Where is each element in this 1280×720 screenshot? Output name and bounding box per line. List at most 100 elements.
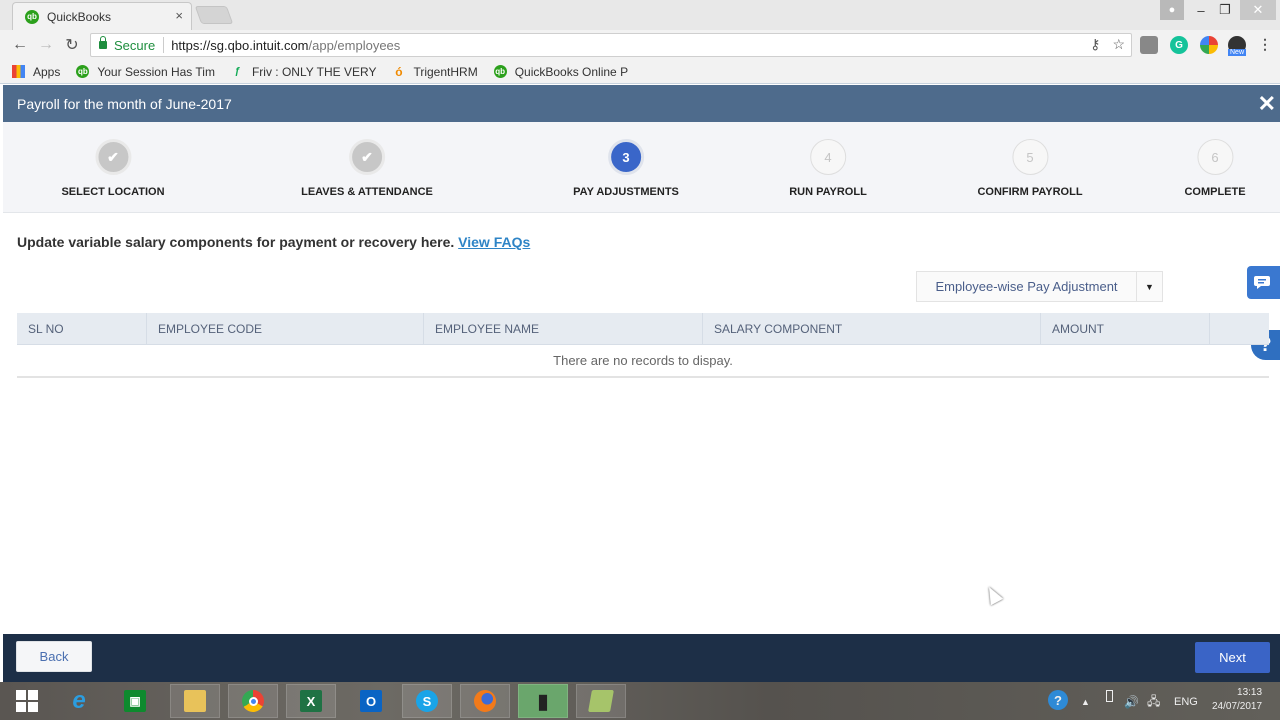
column-header-employee-code[interactable]: EMPLOYEE CODE: [147, 313, 424, 344]
bookmark-session[interactable]: qb Your Session Has Tim: [76, 65, 215, 79]
column-header-amount[interactable]: AMOUNT: [1041, 313, 1210, 344]
color-extension-icon[interactable]: [1200, 36, 1218, 54]
browser-tab-quickbooks[interactable]: qb QuickBooks ×: [12, 2, 192, 30]
bookmark-label: TrigentHRM: [413, 64, 478, 79]
browser-toolbar: ← → ↻ Secure https://sg.qbo.intuit.com/a…: [0, 30, 1280, 60]
bookmark-quickbooks-online[interactable]: qb QuickBooks Online P: [493, 65, 628, 79]
view-faqs-link[interactable]: View FAQs: [458, 234, 530, 250]
quickbooks-favicon-icon: qb: [25, 9, 39, 24]
firefox-icon: [474, 690, 496, 712]
url-host: https://sg.qbo.intuit.com: [171, 37, 309, 53]
step-label: SELECT LOCATION: [61, 186, 165, 198]
payroll-stepper: ✔ SELECT LOCATION ✔ LEAVES & ATTENDANCE …: [3, 122, 1280, 213]
url-path: /app/employees: [308, 37, 401, 53]
bookmark-label: Your Session Has Tim: [97, 64, 215, 79]
chevron-down-icon[interactable]: ▼: [1137, 282, 1162, 292]
camera-icon: ▮: [537, 690, 549, 713]
step-label: CONFIRM PAYROLL: [977, 186, 1083, 198]
tray-help-icon[interactable]: ?: [1048, 690, 1068, 710]
friv-icon: ƒ: [234, 66, 241, 77]
skype-icon: S: [416, 690, 438, 712]
taskbar-chrome[interactable]: [228, 684, 278, 718]
new-tab-button[interactable]: [194, 6, 234, 24]
taskbar-internet-explorer[interactable]: e: [58, 684, 100, 718]
bookmark-star-icon[interactable]: ☆: [1112, 36, 1125, 53]
internet-explorer-icon: e: [72, 687, 86, 714]
taskbar-file-explorer[interactable]: [170, 684, 220, 718]
taskbar-notes-app[interactable]: [576, 684, 626, 718]
bookmark-label: Friv : ONLY THE VERY: [251, 64, 377, 79]
windows-logo-icon: [16, 690, 38, 712]
chrome-icon: [242, 690, 264, 712]
browser-tabstrip: qb QuickBooks × ● – ❐ ✕: [0, 0, 1280, 30]
step-run-payroll[interactable]: 4 RUN PAYROLL: [789, 139, 867, 198]
language-indicator[interactable]: ENG: [1174, 690, 1198, 714]
bookmark-trigenthrm[interactable]: ó TrigentHRM: [392, 65, 477, 79]
divider: [163, 37, 165, 53]
step-select-location[interactable]: ✔ SELECT LOCATION: [61, 139, 165, 198]
start-button[interactable]: [6, 684, 48, 718]
taskbar-outlook[interactable]: O: [346, 684, 396, 718]
volume-icon[interactable]: 🔊: [1124, 690, 1139, 714]
clock[interactable]: 13:13 24/07/2017: [1212, 686, 1262, 714]
close-icon[interactable]: ✕: [1258, 91, 1276, 117]
taskbar-firefox[interactable]: [460, 684, 510, 718]
clock-time: 13:13: [1237, 687, 1263, 698]
quickbooks-icon: qb: [493, 65, 507, 78]
store-icon: ▣: [124, 690, 146, 712]
taskbar-store[interactable]: ▣: [114, 684, 156, 718]
wizard-footer: Back Next: [3, 634, 1280, 682]
apps-grid-icon: [12, 65, 25, 78]
browser-menu-icon[interactable]: ⋮: [1258, 36, 1272, 53]
column-header-sl-no[interactable]: SL NO: [17, 313, 147, 344]
checkmark-icon: ✔: [349, 139, 385, 175]
back-arrow-icon[interactable]: ←: [10, 35, 30, 55]
column-header-salary-component[interactable]: SALARY COMPONENT: [703, 313, 1041, 344]
profile-icon[interactable]: ●: [1160, 0, 1184, 20]
window-close-button[interactable]: ✕: [1240, 0, 1276, 20]
step-number: 5: [1012, 139, 1048, 175]
step-number: 3: [608, 139, 644, 175]
grammarly-icon[interactable]: G: [1170, 36, 1188, 54]
column-header-actions: [1210, 313, 1269, 344]
address-bar[interactable]: Secure https://sg.qbo.intuit.com/app/emp…: [90, 33, 1132, 57]
network-icon[interactable]: 🖧: [1147, 690, 1160, 714]
step-confirm-payroll[interactable]: 5 CONFIRM PAYROLL: [977, 139, 1083, 198]
back-button[interactable]: Back: [16, 641, 92, 672]
intro-text: Update variable salary components for pa…: [17, 234, 530, 250]
new-badge: New: [1228, 49, 1247, 56]
taskbar-skype[interactable]: S: [402, 684, 452, 718]
bookmark-apps[interactable]: Apps: [12, 65, 60, 79]
battery-icon[interactable]: [1106, 690, 1113, 702]
folder-icon: [184, 690, 206, 712]
taskbar-excel[interactable]: X: [286, 684, 336, 718]
adjustment-type-dropdown[interactable]: Employee-wise Pay Adjustment ▼: [916, 271, 1163, 302]
taskbar-camera-app[interactable]: ▮: [518, 684, 568, 718]
forward-arrow-icon[interactable]: →: [36, 35, 56, 55]
bookmark-label: Apps: [33, 64, 61, 79]
outlook-icon: O: [360, 690, 382, 712]
next-button[interactable]: Next: [1195, 642, 1270, 673]
column-header-employee-name[interactable]: EMPLOYEE NAME: [424, 313, 703, 344]
step-number: 6: [1197, 139, 1233, 175]
extension-icon[interactable]: [1140, 36, 1158, 54]
step-complete[interactable]: 6 COMPLETE: [1184, 139, 1246, 198]
step-label: RUN PAYROLL: [789, 186, 867, 198]
step-label: LEAVES & ATTENDANCE: [301, 186, 433, 198]
minimize-button[interactable]: –: [1190, 0, 1212, 20]
tab-close-icon[interactable]: ×: [175, 8, 183, 23]
reload-icon[interactable]: ↻: [62, 35, 82, 55]
clock-date: 24/07/2017: [1212, 701, 1263, 712]
bookmarks-bar: Apps qb Your Session Has Tim ƒ Friv : ON…: [0, 60, 1280, 84]
dropdown-selected-value[interactable]: Employee-wise Pay Adjustment: [917, 272, 1137, 301]
maximize-button[interactable]: ❐: [1214, 0, 1236, 20]
checkmark-icon: ✔: [94, 139, 131, 175]
show-hidden-icons-icon[interactable]: ▲: [1081, 690, 1090, 714]
key-icon[interactable]: ⚷: [1090, 36, 1100, 53]
step-leaves-attendance[interactable]: ✔ LEAVES & ATTENDANCE: [301, 139, 433, 198]
bookmark-friv[interactable]: ƒ Friv : ONLY THE VERY: [231, 64, 377, 79]
chat-icon[interactable]: [1247, 266, 1280, 299]
step-pay-adjustments[interactable]: 3 PAY ADJUSTMENTS: [573, 139, 679, 198]
secure-label: Secure: [114, 37, 156, 53]
step-number: 4: [810, 139, 846, 175]
